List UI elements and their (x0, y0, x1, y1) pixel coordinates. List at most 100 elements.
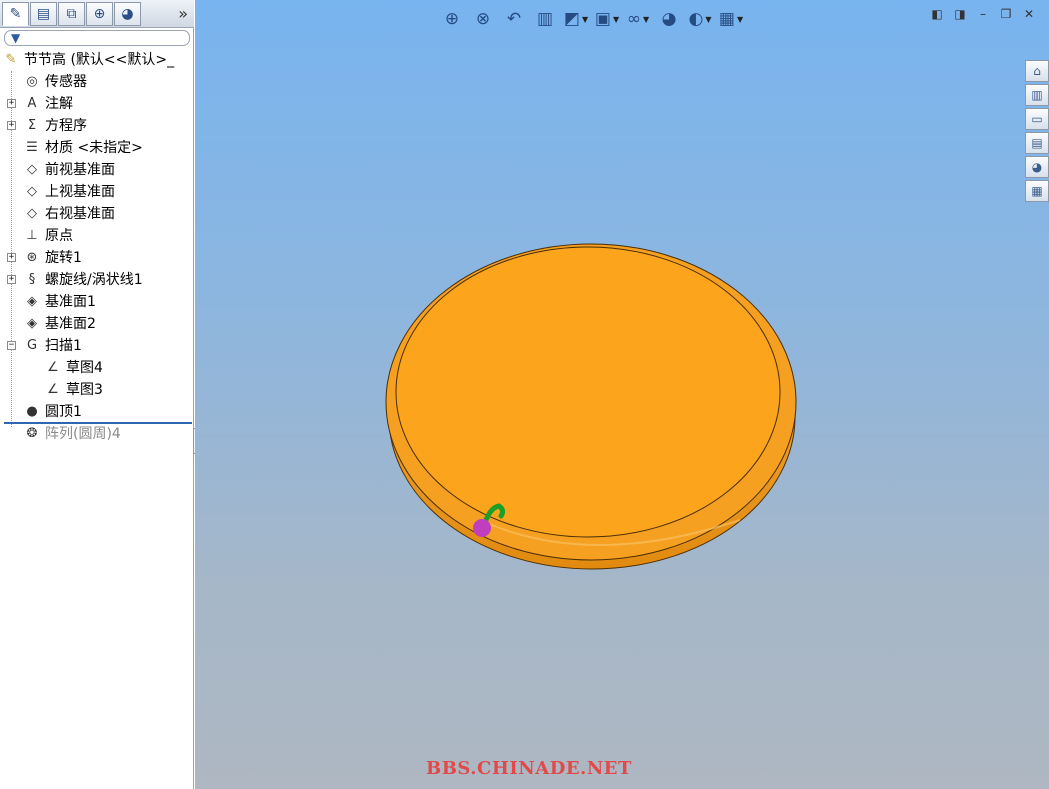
task-pane-tabs: ⌂ ▥ ▭ ▤ ◕ ▦ (1025, 60, 1049, 204)
tree-item-label: 阵列(圆周)4 (45, 426, 121, 442)
minimize-icon[interactable]: – (973, 6, 993, 22)
tree-item[interactable]: ☰ 材质 <未指定> (0, 137, 194, 159)
sensors-icon: ◎ (26, 74, 38, 89)
tree-item-label: 草图3 (66, 382, 103, 398)
sweep-point-marker (473, 519, 491, 537)
apply-scene-icon[interactable]: ◐ ▼ (687, 7, 713, 31)
tree-item[interactable]: + ⊛ 旋转1 (0, 247, 194, 269)
tree-item-label: 节节高 (默认<<默认>_ (24, 52, 175, 68)
section-view-icon[interactable]: ▥ (532, 7, 558, 31)
rollback-bar[interactable] (4, 422, 192, 424)
featuremanager-icon[interactable]: ✎ (2, 1, 29, 26)
hide-show-items-icon[interactable]: ∞ ▼ (625, 7, 651, 31)
sweep-icon: G (26, 338, 38, 353)
tree-filter-input[interactable]: ▼ (4, 30, 190, 46)
tree-expander-icon[interactable]: + (7, 121, 16, 130)
tree-expander-icon[interactable]: − (7, 341, 16, 350)
display-manager-icon[interactable]: ◕ (114, 1, 141, 26)
dropdown-caret-icon[interactable]: ▼ (613, 15, 619, 24)
solidworks-resources-icon[interactable]: ⌂ (1025, 60, 1049, 82)
prev-window-icon[interactable]: ◧ (927, 6, 947, 22)
tree-item-label: 材质 <未指定> (45, 140, 143, 156)
plane-icon: ◇ (27, 162, 37, 177)
material-icon: ☰ (26, 140, 38, 155)
sketch-icon: ∠ (47, 360, 59, 375)
next-window-icon[interactable]: ◨ (950, 6, 970, 22)
tree-item-label: 草图4 (66, 360, 103, 376)
tree-item-label: 注解 (45, 96, 73, 112)
tree-item[interactable]: ∠ 草图3 (0, 379, 194, 401)
part-icon: ✎ (5, 52, 17, 67)
expand-panel-icon[interactable]: » (178, 4, 188, 23)
view-palette-icon[interactable]: ▤ (1025, 132, 1049, 154)
zoom-to-area-icon[interactable]: ⊗ (470, 7, 496, 31)
dropdown-caret-icon[interactable]: ▼ (705, 15, 711, 24)
tree-item[interactable]: ∠ 草图4 (0, 357, 194, 379)
custom-properties-icon[interactable]: ▦ (1025, 180, 1049, 202)
tree-item[interactable]: ● 圆顶1 (0, 401, 194, 423)
tree-item[interactable]: ◈ 基准面2 (0, 313, 194, 335)
tree-item[interactable]: − G 扫描1 (0, 335, 194, 357)
helix-icon: § (28, 272, 36, 287)
tree-item[interactable]: + Σ 方程序 (0, 115, 194, 137)
watermark: BBS.CHINADE.NET (426, 758, 632, 779)
tree-item-label: 原点 (45, 228, 73, 244)
tree-expander-icon[interactable]: + (7, 275, 16, 284)
tree-item-label: 圆顶1 (45, 404, 82, 420)
ref-plane-icon: ◈ (27, 294, 37, 309)
edit-appearance-icon[interactable]: ◕ (656, 7, 682, 31)
heads-up-view-toolbar: ⊕ ⊗ ↶ ▥ ◩ ▼ ▣ ▼ ∞ ▼ ◕ ◐ ▼ ▦ ▼ (439, 6, 749, 32)
tree-item-label: 旋转1 (45, 250, 82, 266)
view-settings-icon[interactable]: ▦ ▼ (718, 7, 744, 31)
restore-icon[interactable]: ❐ (996, 6, 1016, 22)
tree-item[interactable]: ◈ 基准面1 (0, 291, 194, 313)
part-model[interactable] (195, 0, 1049, 789)
tree-item[interactable]: ◇ 上视基准面 (0, 181, 194, 203)
feature-manager-tabs: ✎ ▤ ⧉ ⊕ ◕ » (0, 0, 194, 28)
graphics-viewport[interactable]: ⊕ ⊗ ↶ ▥ ◩ ▼ ▣ ▼ ∞ ▼ ◕ ◐ ▼ ▦ ▼ ◧ ◨ – ❐ ✕ ⌂ ▥ ▭ ▤ ◕ ▦ BBS.CHINADE… (195, 0, 1049, 789)
tree-item[interactable]: ✎ 节节高 (默认<<默认>_ (0, 49, 194, 71)
dome-icon: ● (26, 404, 38, 419)
design-library-icon[interactable]: ▥ (1025, 84, 1049, 106)
file-explorer-icon[interactable]: ▭ (1025, 108, 1049, 130)
feature-manager-panel: ✎ ▤ ⧉ ⊕ ◕» ▼ ✎ 节节高 (默认<<默认>_ ◎ 传感器 + A 注解 + Σ 方程序 ☰ 材质 … (0, 0, 194, 789)
origin-icon: ⊥ (26, 228, 38, 243)
previous-view-icon[interactable]: ↶ (501, 7, 527, 31)
revolve-icon: ⊛ (26, 250, 38, 265)
tree-item-label: 前视基准面 (45, 162, 115, 178)
close-icon[interactable]: ✕ (1019, 6, 1039, 22)
tree-item-label: 基准面1 (45, 294, 96, 310)
appearances-icon[interactable]: ◕ (1025, 156, 1049, 178)
configuration-icon[interactable]: ⧉ (58, 1, 85, 26)
plane-icon: ◇ (27, 184, 37, 199)
tree-item[interactable]: ❂ 阵列(圆周)4 (0, 423, 194, 445)
zoom-to-fit-icon[interactable]: ⊕ (439, 7, 465, 31)
tree-item[interactable]: ◇ 前视基准面 (0, 159, 194, 181)
propertymanager-icon[interactable]: ▤ (30, 1, 57, 26)
view-orientation-icon[interactable]: ◩ ▼ (563, 7, 589, 31)
tree-item-label: 扫描1 (45, 338, 82, 354)
tree-item[interactable]: + § 螺旋线/涡状线1 (0, 269, 194, 291)
dropdown-caret-icon[interactable]: ▼ (737, 15, 743, 24)
plane-icon: ◇ (27, 206, 37, 221)
dimxpert-icon[interactable]: ⊕ (86, 1, 113, 26)
tree-item-label: 方程序 (45, 118, 87, 134)
tree-item[interactable]: + A 注解 (0, 93, 194, 115)
circular-pattern-icon: ❂ (26, 426, 38, 441)
tree-item-label: 右视基准面 (45, 206, 115, 222)
disc-inner-face (395, 246, 781, 538)
dropdown-caret-icon[interactable]: ▼ (582, 15, 588, 24)
equations-icon: Σ (27, 118, 37, 133)
tree-expander-icon[interactable]: + (7, 99, 16, 108)
display-style-icon[interactable]: ▣ ▼ (594, 7, 620, 31)
tree-item[interactable]: ◎ 传感器 (0, 71, 194, 93)
filter-icon: ▼ (11, 31, 21, 45)
tree-item-label: 螺旋线/涡状线1 (45, 272, 143, 288)
tree-item[interactable]: ◇ 右视基准面 (0, 203, 194, 225)
dropdown-caret-icon[interactable]: ▼ (643, 15, 649, 24)
annotations-icon: A (27, 96, 37, 111)
tree-item[interactable]: ⊥ 原点 (0, 225, 194, 247)
tree-expander-icon[interactable]: + (7, 253, 16, 262)
feature-tree: ✎ 节节高 (默认<<默认>_ ◎ 传感器 + A 注解 + Σ 方程序 ☰ 材质 <未指定> ◇ 前视基… (0, 49, 194, 445)
tree-item-label: 基准面2 (45, 316, 96, 332)
